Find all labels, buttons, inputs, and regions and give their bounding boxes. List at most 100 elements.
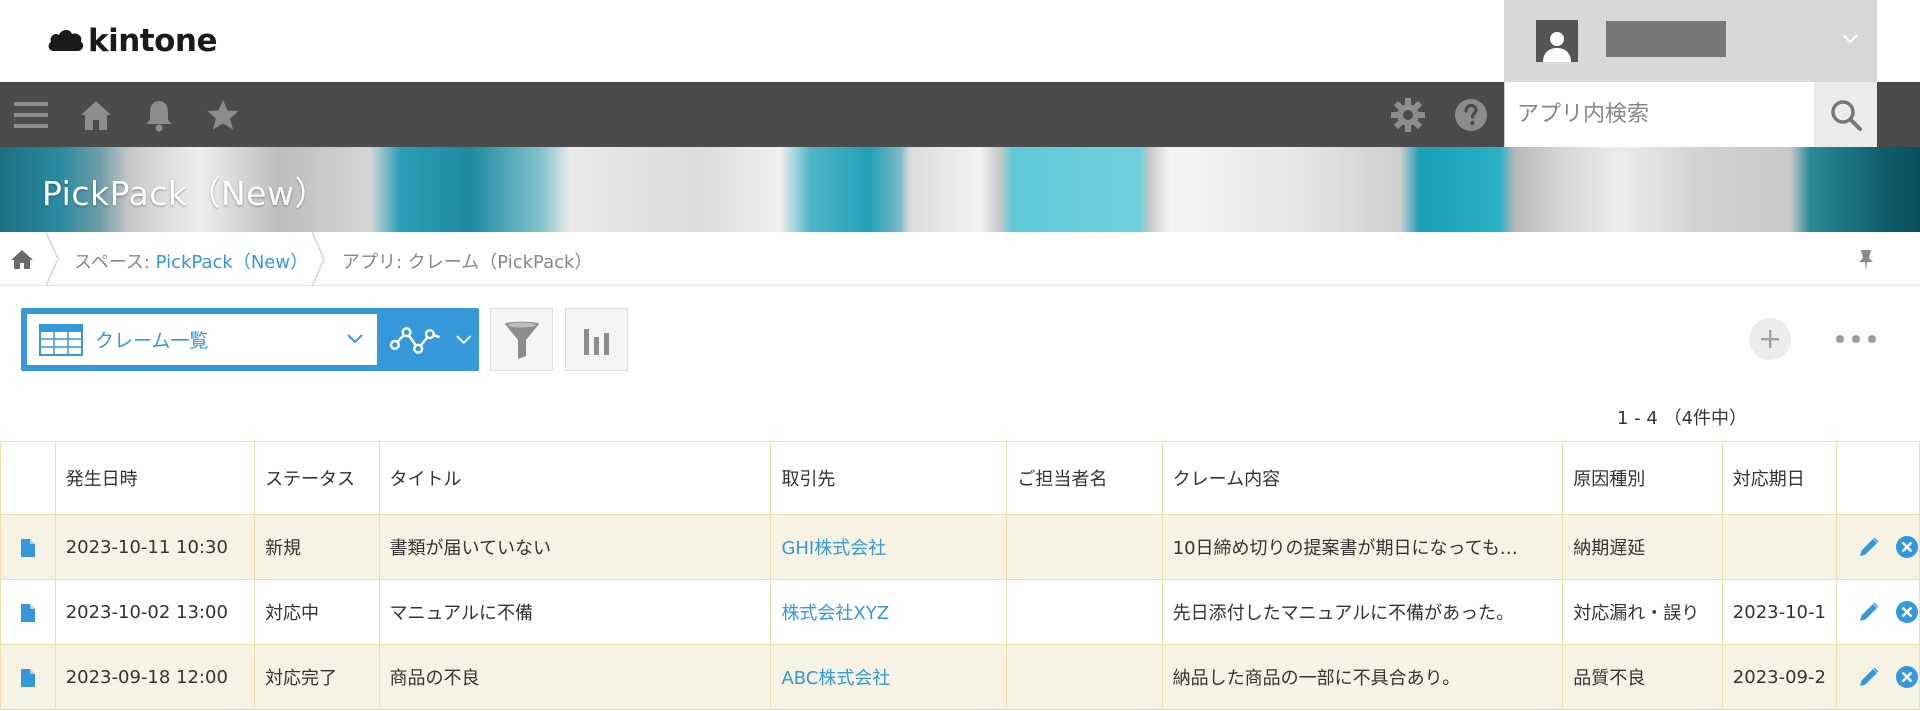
row-actions <box>1835 644 1920 710</box>
breadcrumb-home-icon[interactable] <box>10 248 34 270</box>
more-dot-icon <box>1852 335 1860 343</box>
cell-status: 対応中 <box>254 579 380 645</box>
column-header[interactable]: 取引先 <box>770 441 1008 515</box>
record-detail-cell <box>0 514 56 580</box>
breadcrumb-space-link[interactable]: PickPack（New） <box>156 252 308 273</box>
cell-cause: 納期遅延 <box>1562 514 1723 580</box>
pencil-icon[interactable] <box>1857 535 1881 559</box>
document-icon[interactable] <box>20 538 36 558</box>
cell-cause: 品質不良 <box>1562 644 1723 710</box>
cell-contact <box>1006 514 1163 580</box>
breadcrumb-space: スペース: PickPack（New） <box>74 248 308 274</box>
row-actions <box>1835 579 1920 645</box>
column-header[interactable]: タイトル <box>378 441 772 515</box>
view-name: クレーム一覧 <box>95 330 209 352</box>
column-header <box>1835 441 1920 515</box>
star-icon[interactable] <box>204 96 242 134</box>
column-header[interactable]: 発生日時 <box>54 441 256 515</box>
space-banner: PickPack（New） <box>0 147 1920 232</box>
breadcrumb-app: アプリ: クレーム（PickPack） <box>342 252 593 273</box>
document-icon[interactable] <box>20 668 36 688</box>
view-dropdown[interactable]: クレーム一覧 <box>27 314 377 365</box>
pencil-icon[interactable] <box>1857 665 1881 689</box>
global-header: kintone <box>0 0 1920 82</box>
breadcrumb: スペース: PickPack（New） アプリ: クレーム（PickPack） <box>0 232 1920 286</box>
record-detail-cell <box>0 644 56 710</box>
table-row: 2023-10-02 13:00 対応中 マニュアルに不備 株式会社XYZ 先日… <box>0 579 1920 645</box>
help-icon[interactable] <box>1452 96 1490 134</box>
plus-icon <box>1761 330 1779 348</box>
column-header[interactable]: クレーム内容 <box>1161 441 1564 515</box>
cell-date: 2023-10-02 13:00 <box>54 579 256 645</box>
filter-icon <box>504 321 539 359</box>
bell-icon[interactable] <box>140 96 178 134</box>
gear-icon[interactable] <box>1389 96 1427 134</box>
pin-icon[interactable] <box>1857 248 1875 272</box>
chevron-down-icon[interactable] <box>1841 30 1859 48</box>
search-input[interactable] <box>1505 82 1815 147</box>
delete-icon[interactable] <box>1895 535 1919 559</box>
cell-date: 2023-10-11 10:30 <box>54 514 256 580</box>
delete-icon[interactable] <box>1895 665 1919 689</box>
logo-text: kintone <box>88 23 218 59</box>
page-title: PickPack（New） <box>42 174 328 213</box>
table-row: 2023-10-11 10:30 新規 書類が届いていない GHI株式会社 10… <box>0 514 1920 580</box>
navbar <box>0 82 1920 147</box>
menu-icon[interactable] <box>12 96 50 134</box>
chevron-down-icon <box>347 334 363 344</box>
delete-icon[interactable] <box>1895 600 1919 624</box>
graph-dropdown[interactable] <box>383 314 473 365</box>
table-header-row: 発生日時 ステータス タイトル 取引先 ご担当者名 クレーム内容 原因種別 対応… <box>0 441 1920 515</box>
filter-button[interactable] <box>490 308 553 371</box>
record-detail-cell <box>0 579 56 645</box>
row-actions <box>1835 514 1920 580</box>
cell-content: 10日締め切りの提案書が期日になっても… <box>1161 514 1564 580</box>
search-button[interactable] <box>1814 82 1877 147</box>
cell-status: 対応完了 <box>254 644 380 710</box>
cell-title: 書類が届いていない <box>378 514 772 580</box>
document-icon[interactable] <box>20 603 36 623</box>
cell-title: 商品の不良 <box>378 644 772 710</box>
cell-contact <box>1006 644 1163 710</box>
user-menu[interactable] <box>1504 0 1877 82</box>
cloud-logo-icon <box>48 29 84 51</box>
line-graph-icon <box>389 326 440 354</box>
breadcrumb-space-prefix: スペース: <box>74 252 156 273</box>
breadcrumb-separator <box>311 232 325 286</box>
more-options-button[interactable] <box>1836 326 1876 352</box>
cell-client-link[interactable]: ABC株式会社 <box>770 644 1008 710</box>
cell-due: 2023-09-2 <box>1721 644 1837 710</box>
table-view-icon <box>39 323 83 356</box>
cell-due <box>1721 514 1837 580</box>
table-row: 2023-09-18 12:00 対応完了 商品の不良 ABC株式会社 納品した… <box>0 644 1920 710</box>
avatar[interactable] <box>1536 20 1578 62</box>
cell-title: マニュアルに不備 <box>378 579 772 645</box>
home-icon[interactable] <box>77 96 115 134</box>
cell-content: 先日添付したマニュアルに不備があった。 <box>1161 579 1564 645</box>
column-header[interactable]: ステータス <box>254 441 380 515</box>
pencil-icon[interactable] <box>1857 600 1881 624</box>
kintone-logo[interactable]: kintone <box>46 22 218 60</box>
cell-contact <box>1006 579 1163 645</box>
chevron-down-icon <box>456 334 472 344</box>
add-record-button[interactable] <box>1749 318 1791 360</box>
cell-cause: 対応漏れ・誤り <box>1562 579 1723 645</box>
cell-due: 2023-10-1 <box>1721 579 1837 645</box>
more-dot-icon <box>1836 335 1844 343</box>
breadcrumb-separator <box>45 232 59 286</box>
cell-client-link[interactable]: 株式会社XYZ <box>770 579 1008 645</box>
cell-client-link[interactable]: GHI株式会社 <box>770 514 1008 580</box>
bar-chart-icon <box>583 328 609 355</box>
user-name <box>1606 21 1726 57</box>
column-header[interactable]: ご担当者名 <box>1006 441 1163 515</box>
record-table: 発生日時 ステータス タイトル 取引先 ご担当者名 クレーム内容 原因種別 対応… <box>0 441 1920 710</box>
record-count: 1 - 4 （4件中） <box>1617 408 1748 429</box>
user-silhouette-icon <box>1543 32 1571 62</box>
view-selector: クレーム一覧 <box>21 308 479 371</box>
graph-button[interactable] <box>565 308 628 371</box>
column-header[interactable]: 対応期日 <box>1721 441 1837 515</box>
cell-content: 納品した商品の一部に不具合あり。 <box>1161 644 1564 710</box>
search-icon <box>1830 99 1862 131</box>
cell-date: 2023-09-18 12:00 <box>54 644 256 710</box>
column-header[interactable]: 原因種別 <box>1562 441 1723 515</box>
